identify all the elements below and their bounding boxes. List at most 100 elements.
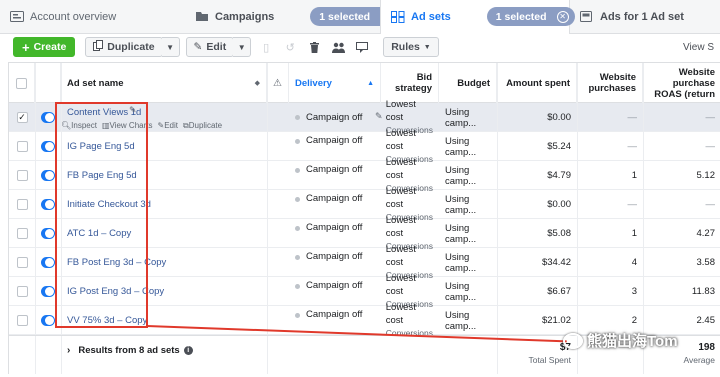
budget-value: Using camp... [445,280,477,303]
create-button[interactable]: + Create [13,37,76,57]
on-off-toggle[interactable] [41,286,55,297]
budget-value: Using camp... [445,251,477,274]
info-icon: i [183,345,193,355]
spent-cell: $34.42 [497,248,577,277]
select-all-checkbox[interactable] [16,77,27,89]
budget-cell: Using camp... [439,277,497,306]
duplicate-action[interactable]: ⧉Duplicate [183,121,222,131]
selected-badge: 1 selected ✕ [486,7,575,26]
purchases-cell: 1 [577,161,643,190]
column-delivery[interactable]: Delivery ▲ [289,63,381,103]
column-website-roas[interactable]: Website purchase ROAS (return [643,63,720,103]
row-checkbox[interactable]: ✓ [16,112,28,123]
roas-cell: 11.83 [643,277,720,306]
tab-ads[interactable]: Ads for 1 Ad set [570,0,720,34]
plus-icon: + [22,39,30,55]
bid-value: Lowest cost [385,157,416,181]
delivery-status: Campaign off [306,251,363,262]
spent-value: $4.79 [547,170,571,181]
rules-button[interactable]: Rules ▼ [383,37,439,57]
roas-cell: — [643,190,720,219]
sort-icon: ◆ [254,79,260,87]
on-off-toggle[interactable] [41,315,55,326]
edit-action[interactable]: ✎Edit [158,121,179,131]
purchases-cell: — [577,132,643,161]
on-off-toggle[interactable] [41,170,55,181]
spent-cell: $6.67 [497,277,577,306]
purchases-value: — [627,199,638,210]
spent-value: $6.67 [547,286,571,297]
duplicate-label: Duplicate [107,41,155,53]
delivery-cell: Campaign off [289,277,381,306]
row-checkbox[interactable] [16,199,28,210]
spent-value: $0.00 [547,112,571,123]
column-name[interactable]: Ad set name ◆ [61,63,267,103]
duplicate-dropdown-icon[interactable]: ▼ [161,37,180,57]
spent-value: $0.00 [547,199,571,210]
bid-cell: Lowest cost Conversions [381,302,439,338]
on-off-toggle[interactable] [41,199,55,210]
roas-value: 2.45 [696,315,716,326]
tab-campaigns[interactable]: Campaigns 1 selected ✕ [185,0,399,34]
on-off-toggle[interactable] [41,257,55,268]
roas-cell: — [643,103,720,132]
status-dot-icon [295,226,300,231]
delivery-status: Campaign off [306,193,363,204]
column-bid-strategy[interactable]: Bid strategy [381,63,439,103]
ab-test-icon[interactable]: ▯ [257,37,275,57]
budget-value: Using camp... [445,106,477,129]
tab-label: Campaigns [215,10,275,23]
on-off-toggle[interactable] [41,112,55,123]
view-setup-link[interactable]: View S [683,42,714,53]
ads-manager: Account overview Campaigns 1 selected ✕ … [0,0,720,377]
bid-value: Lowest cost [385,302,416,326]
bid-value: Lowest cost [385,244,416,268]
row-checkbox[interactable] [16,286,28,297]
row-checkbox[interactable] [16,315,28,326]
edit-dropdown-icon[interactable]: ▼ [233,37,252,57]
table-header: Ad set name ◆ ⚠ Delivery ▲ Bid strategy … [9,63,720,103]
delivery-status: Campaign off [306,222,363,233]
on-off-toggle[interactable] [41,141,55,152]
purchases-value: — [627,141,638,152]
preview-icon[interactable] [353,37,371,57]
delete-icon[interactable] [305,37,323,57]
tab-label: Account overview [30,10,117,23]
row-checkbox[interactable] [16,257,28,268]
budget-value: Using camp... [445,309,477,332]
column-divider [35,63,36,374]
column-label: Amount spent [506,77,570,89]
results-label: Results from 8 ad sets [78,344,180,356]
audience-icon[interactable] [329,37,347,57]
tab-ad-sets[interactable]: Ad sets 1 selected ✕ [380,0,575,34]
row-checkbox[interactable] [16,170,28,181]
duplicate-button[interactable]: Duplicate [85,37,163,57]
column-website-purchases[interactable]: Website purchases [577,63,643,103]
duplicate-label: Duplicate [188,121,223,130]
column-budget[interactable]: Budget [439,63,497,103]
tab-account-overview[interactable]: Account overview [0,0,185,34]
delivery-status: Campaign off [306,280,363,291]
purchases-value: 1 [631,228,637,239]
badge-label: 1 selected [495,10,547,23]
row-select-cell [9,161,35,190]
toggle-header [35,63,61,103]
tab-label: Ad sets [411,10,451,23]
pencil-icon: ✎ [193,41,203,53]
row-checkbox[interactable] [16,141,28,152]
on-off-toggle[interactable] [41,228,55,239]
results-summary[interactable]: › Results from 8 ad sets i [61,336,281,364]
budget-cell: Using camp... [439,248,497,277]
budget-value: Using camp... [445,222,477,245]
clear-selection-icon[interactable]: ✕ [556,10,569,23]
spent-value: $21.02 [541,315,571,326]
delivery-cell: Campaign off [289,161,381,190]
status-dot-icon [295,139,300,144]
purchases-cell: 1 [577,219,643,248]
budget-cell: Using camp... [439,132,497,161]
row-checkbox[interactable] [16,228,28,239]
edit-button[interactable]: ✎ Edit [185,37,235,57]
undo-icon[interactable]: ↺ [281,37,299,57]
column-amount-spent[interactable]: Amount spent [497,63,577,103]
roas-value: 4.27 [696,228,716,239]
